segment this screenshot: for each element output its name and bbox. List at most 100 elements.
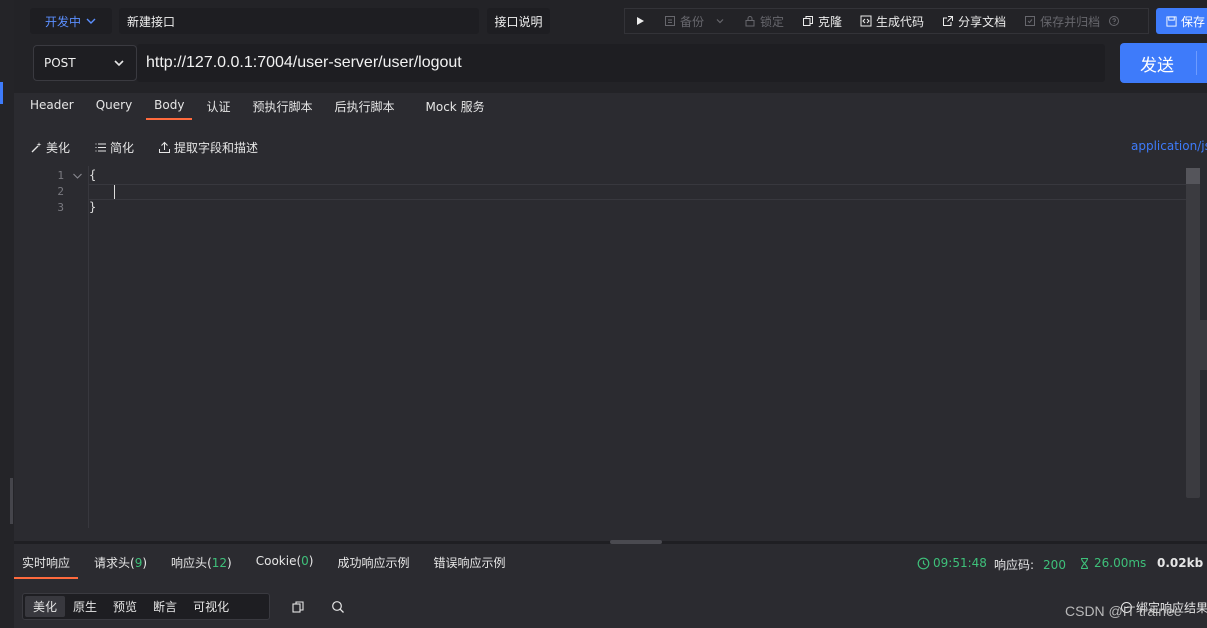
tab-error-example-label: 错误响应示例	[433, 556, 506, 570]
clone-label: 克隆	[818, 14, 843, 29]
hourglass-icon	[1080, 557, 1089, 569]
view-raw[interactable]: 原生	[65, 596, 105, 617]
api-description-label: 接口说明	[494, 14, 543, 29]
code-icon	[860, 15, 872, 27]
url-input[interactable]: http://127.0.0.1:7004/user-server/user/l…	[137, 44, 1105, 82]
response-size: 0.02kb	[1157, 556, 1203, 570]
beautify-label: 美化	[46, 141, 71, 155]
lock-label: 锁定	[760, 14, 785, 29]
request-toolbar: 备份 锁定 克隆 生成代码 分享文档 保存并归档	[624, 8, 1149, 34]
editor-scrollbar-thumb[interactable]	[1186, 168, 1200, 184]
chevron-down-icon	[86, 18, 96, 24]
outer-scrollbar-thumb[interactable]	[1200, 320, 1207, 370]
line-number: 2	[57, 185, 64, 198]
clock-icon	[917, 557, 930, 569]
body-editor[interactable]	[14, 166, 1207, 528]
lock-icon	[745, 16, 755, 27]
api-name-input[interactable]: 新建接口	[119, 8, 479, 34]
tab-cookie[interactable]: Cookie(0)	[256, 554, 314, 576]
save-icon	[1166, 15, 1177, 27]
save-button[interactable]: 保存	[1156, 8, 1207, 34]
view-beautify[interactable]: 美化	[25, 596, 66, 617]
send-label: 发送	[1140, 55, 1174, 76]
tab-query[interactable]: Query	[96, 98, 132, 120]
status-code-label: 响应码:	[994, 558, 1035, 572]
tab-response-headers[interactable]: 响应头(12)	[171, 554, 232, 579]
tab-realtime-label: 实时响应	[22, 556, 71, 570]
run-button[interactable]	[625, 8, 655, 34]
upload-icon	[159, 141, 171, 153]
cookie-count: 0	[301, 554, 309, 568]
tab-request-headers-label: 请求头	[94, 556, 131, 570]
tab-header[interactable]: Header	[30, 98, 74, 120]
save-archive-button[interactable]: 保存并归档	[1015, 8, 1129, 34]
tab-request-headers[interactable]: 请求头(9)	[94, 554, 147, 579]
view-visualize[interactable]: 可视化	[185, 596, 237, 617]
response-status: 响应码: 200	[994, 556, 1066, 573]
extract-fields-button[interactable]: 提取字段和描述	[158, 139, 258, 156]
tab-mock-service[interactable]: Mock 服务	[426, 98, 485, 123]
send-button[interactable]: 发送	[1120, 43, 1207, 83]
clone-button[interactable]: 克隆	[793, 8, 851, 34]
response-duration: 26.00ms	[1078, 556, 1146, 570]
editor-gutter-border	[88, 166, 89, 528]
status-label: 开发中	[44, 14, 81, 29]
backup-button[interactable]: 备份	[655, 8, 735, 34]
response-time: 09:51:48	[917, 556, 987, 570]
tab-body[interactable]: Body	[146, 98, 193, 120]
play-icon	[637, 17, 644, 25]
request-tabs: Header Query Body 认证 预执行脚本 后执行脚本 Mock 服务	[30, 98, 507, 126]
code-line: {	[89, 168, 97, 182]
generate-code-label: 生成代码	[876, 14, 925, 29]
help-icon	[1109, 16, 1120, 26]
tab-cookie-label: Cookie	[255, 554, 297, 568]
tab-success-example[interactable]: 成功响应示例	[337, 554, 409, 579]
simplify-button[interactable]: 简化	[94, 139, 134, 156]
editor-current-line	[89, 184, 1186, 200]
status-code-value: 200	[1043, 557, 1066, 572]
tab-pre-script[interactable]: 预执行脚本	[252, 98, 312, 123]
http-method-value: POST	[44, 56, 76, 70]
body-toolbar: 美化 简化 提取字段和描述	[30, 139, 258, 156]
left-active-marker	[0, 82, 3, 104]
beautify-button[interactable]: 美化	[30, 139, 70, 156]
backup-icon	[665, 16, 675, 26]
fold-chevron-icon[interactable]	[72, 171, 83, 182]
status-dropdown[interactable]: 开发中	[30, 8, 112, 34]
send-split-divider	[1196, 51, 1197, 75]
view-assert[interactable]: 断言	[145, 596, 185, 617]
left-resize-handle[interactable]	[10, 478, 13, 524]
http-method-select[interactable]: POST	[33, 45, 137, 81]
copy-icon	[803, 16, 814, 26]
response-size-value: 0.02kb	[1157, 556, 1204, 570]
response-headers-count: 12	[211, 556, 228, 570]
content-type-selector[interactable]: application/jso	[1131, 139, 1207, 153]
tab-realtime-response[interactable]: 实时响应	[14, 554, 79, 579]
api-description-button[interactable]: 接口说明	[487, 8, 550, 34]
editor-scrollbar[interactable]	[1186, 168, 1200, 498]
save-archive-label: 保存并归档	[1040, 14, 1101, 29]
duration-value: 26.00ms	[1094, 556, 1147, 570]
chevron-down-icon	[716, 19, 724, 24]
line-number: 1	[57, 169, 64, 182]
share-doc-button[interactable]: 分享文档	[933, 8, 1015, 34]
splitter-handle[interactable]	[610, 540, 662, 544]
search-icon[interactable]	[331, 600, 345, 614]
tab-error-example[interactable]: 错误响应示例	[433, 554, 505, 579]
share-doc-label: 分享文档	[958, 14, 1007, 29]
line-number: 3	[57, 201, 64, 214]
extract-fields-label: 提取字段和描述	[174, 141, 259, 155]
csdn-watermark: CSDN @IT trainee	[1065, 603, 1182, 619]
tab-post-script[interactable]: 后执行脚本	[335, 98, 395, 123]
generate-code-button[interactable]: 生成代码	[851, 8, 933, 34]
response-view-tabs: 美化 原生 预览 断言 可视化	[22, 593, 270, 620]
share-icon	[943, 16, 954, 26]
backup-label: 备份	[680, 14, 705, 29]
tab-response-headers-label: 响应头	[171, 556, 208, 570]
copy-icon[interactable]	[291, 600, 305, 614]
lock-button[interactable]: 锁定	[735, 8, 793, 34]
tab-auth[interactable]: 认证	[206, 98, 230, 123]
tab-success-example-label: 成功响应示例	[337, 556, 410, 570]
view-preview[interactable]: 预览	[105, 596, 145, 617]
archive-icon	[1025, 16, 1036, 26]
